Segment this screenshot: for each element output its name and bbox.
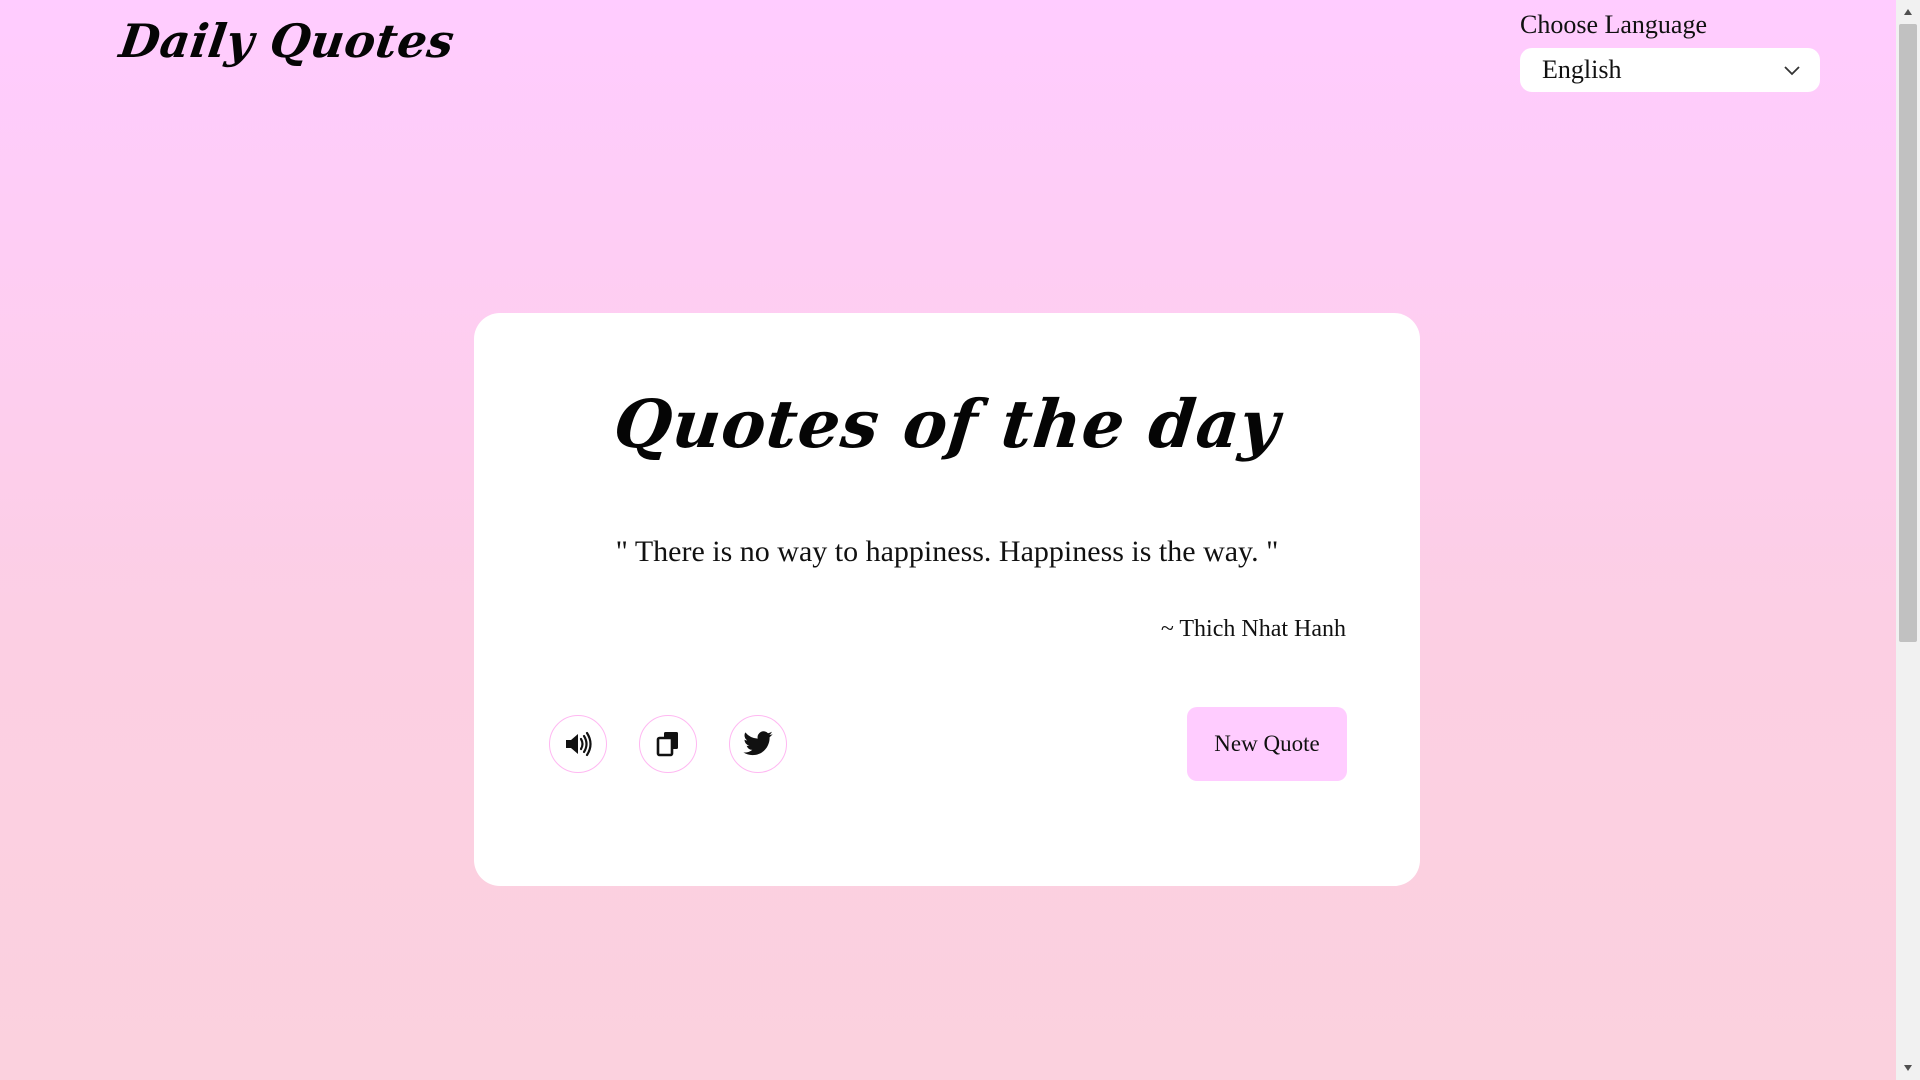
language-chooser: Choose Language English [1520, 10, 1820, 92]
scrollbar-thumb[interactable] [1899, 24, 1917, 642]
language-label: Choose Language [1520, 10, 1708, 39]
language-select[interactable]: English [1520, 48, 1820, 92]
new-quote-button[interactable]: New Quote [1187, 707, 1347, 781]
speak-button[interactable] [549, 715, 607, 773]
page: Daily Quotes Choose Language English Quo… [0, 0, 1896, 1080]
copy-icon [656, 732, 678, 757]
quote-text: " There is no way to happiness. Happines… [615, 535, 1279, 568]
tweet-button[interactable] [729, 715, 787, 773]
twitter-icon [743, 731, 773, 756]
speaker-icon [566, 731, 592, 757]
copy-button[interactable] [639, 715, 697, 773]
scroll-up-arrow-icon[interactable] [1896, 2, 1920, 22]
app-logo: Daily Quotes [116, 14, 458, 68]
quote-card: Quotes of the day " There is no way to h… [474, 313, 1420, 886]
card-title: Quotes of the day [610, 385, 1284, 463]
vertical-scrollbar[interactable] [1896, 0, 1920, 1080]
quote-author: ~ Thich Nhat Hanh [1160, 616, 1346, 642]
scroll-down-arrow-icon[interactable] [1896, 1058, 1920, 1078]
language-selected-value: English [1542, 55, 1622, 84]
chevron-down-icon [1784, 66, 1800, 76]
